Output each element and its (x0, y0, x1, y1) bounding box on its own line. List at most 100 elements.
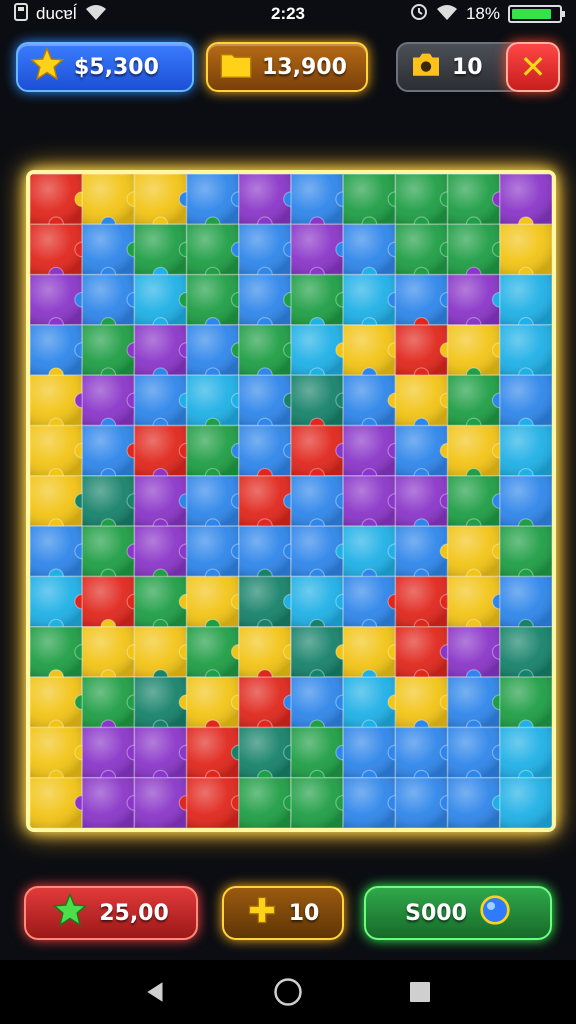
puzzle-piece[interactable] (30, 324, 91, 384)
puzzle-piece[interactable] (394, 776, 456, 828)
puzzle-piece[interactable] (342, 626, 404, 685)
puzzle-piece[interactable] (342, 475, 404, 535)
puzzle-board[interactable] (26, 170, 556, 832)
puzzle-piece[interactable] (81, 174, 143, 233)
puzzle-piece[interactable] (238, 776, 299, 828)
puzzle-piece[interactable] (290, 324, 352, 384)
puzzle-piece[interactable] (290, 676, 352, 736)
puzzle-piece[interactable] (238, 626, 299, 685)
puzzle-piece[interactable] (133, 174, 195, 233)
puzzle-piece[interactable] (499, 174, 552, 233)
puzzle-piece[interactable] (133, 424, 195, 484)
puzzle-piece[interactable] (185, 374, 247, 434)
puzzle-piece[interactable] (290, 726, 352, 786)
puzzle-piece[interactable] (185, 575, 247, 635)
puzzle-piece[interactable] (499, 626, 552, 685)
puzzle-piece[interactable] (81, 475, 143, 535)
puzzle-piece[interactable] (81, 223, 143, 283)
puzzle-piece[interactable] (446, 174, 508, 233)
puzzle-piece[interactable] (133, 374, 195, 434)
puzzle-piece[interactable] (446, 726, 508, 786)
puzzle-piece[interactable] (185, 424, 247, 484)
puzzle-piece[interactable] (185, 174, 247, 233)
puzzle-piece[interactable] (81, 324, 143, 384)
puzzle-piece[interactable] (290, 525, 352, 585)
folders-counter[interactable]: 13,900 (206, 42, 368, 92)
puzzle-piece[interactable] (185, 776, 247, 828)
puzzle-piece[interactable] (290, 174, 352, 233)
puzzle-piece[interactable] (446, 374, 508, 434)
puzzle-piece[interactable] (133, 223, 195, 283)
puzzle-piece[interactable] (499, 676, 552, 736)
puzzle-piece[interactable] (394, 174, 456, 233)
puzzle-piece[interactable] (394, 475, 456, 535)
puzzle-piece[interactable] (133, 575, 195, 635)
puzzle-piece[interactable] (499, 374, 552, 434)
puzzle-piece[interactable] (133, 475, 195, 535)
puzzle-piece[interactable] (185, 626, 247, 685)
puzzle-piece[interactable] (446, 676, 508, 736)
puzzle-piece[interactable] (290, 475, 352, 535)
puzzle-piece[interactable] (133, 324, 195, 384)
puzzle-piece[interactable] (446, 626, 508, 685)
puzzle-piece[interactable] (290, 273, 352, 333)
back-icon[interactable] (136, 972, 176, 1012)
puzzle-piece[interactable] (133, 776, 195, 828)
puzzle-piece[interactable] (394, 374, 456, 434)
puzzle-piece[interactable] (81, 424, 143, 484)
puzzle-piece[interactable] (185, 676, 247, 736)
puzzle-piece[interactable] (446, 575, 508, 635)
score-button[interactable]: 25,00 (24, 886, 198, 940)
puzzle-piece[interactable] (238, 676, 299, 736)
home-icon[interactable] (268, 972, 308, 1012)
add-button[interactable]: 10 (222, 886, 344, 940)
puzzle-piece[interactable] (499, 575, 552, 635)
puzzle-piece[interactable] (446, 776, 508, 828)
puzzle-piece[interactable] (81, 525, 143, 585)
puzzle-piece[interactable] (394, 223, 456, 283)
puzzle-piece[interactable] (30, 424, 91, 484)
puzzle-piece[interactable] (342, 575, 404, 635)
puzzle-piece[interactable] (342, 676, 404, 736)
puzzle-piece[interactable] (342, 174, 404, 233)
puzzle-piece[interactable] (30, 575, 91, 635)
puzzle-piece[interactable] (81, 273, 143, 333)
puzzle-piece[interactable] (185, 726, 247, 786)
puzzle-piece[interactable] (30, 374, 91, 434)
puzzle-piece[interactable] (499, 726, 552, 786)
puzzle-piece[interactable] (30, 726, 91, 786)
puzzle-piece[interactable] (81, 776, 143, 828)
puzzle-piece[interactable] (238, 374, 299, 434)
puzzle-piece[interactable] (81, 726, 143, 786)
puzzle-piece[interactable] (446, 324, 508, 384)
puzzle-piece[interactable] (30, 525, 91, 585)
puzzle-piece[interactable] (342, 273, 404, 333)
coins-counter[interactable]: $5,300 (16, 42, 194, 92)
puzzle-piece[interactable] (81, 676, 143, 736)
puzzle-piece[interactable] (394, 273, 456, 333)
puzzle-piece[interactable] (133, 676, 195, 736)
puzzle-piece[interactable] (499, 424, 552, 484)
close-button[interactable]: ✕ (506, 42, 560, 92)
puzzle-piece[interactable] (394, 324, 456, 384)
puzzle-piece[interactable] (342, 374, 404, 434)
puzzle-piece[interactable] (238, 475, 299, 535)
puzzle-piece[interactable] (238, 424, 299, 484)
puzzle-piece[interactable] (30, 273, 91, 333)
puzzle-piece[interactable] (133, 525, 195, 585)
puzzle-piece[interactable] (446, 424, 508, 484)
puzzle-piece[interactable] (446, 273, 508, 333)
puzzle-piece[interactable] (394, 525, 456, 585)
puzzle-piece[interactable] (238, 223, 299, 283)
puzzle-piece[interactable] (499, 776, 552, 828)
puzzle-piece[interactable] (499, 273, 552, 333)
puzzle-piece[interactable] (499, 324, 552, 384)
puzzle-piece[interactable] (30, 776, 91, 828)
puzzle-piece[interactable] (30, 174, 91, 233)
puzzle-piece[interactable] (394, 676, 456, 736)
puzzle-piece[interactable] (290, 626, 352, 685)
puzzle-piece[interactable] (30, 626, 91, 685)
puzzle-piece[interactable] (446, 475, 508, 535)
puzzle-piece[interactable] (185, 273, 247, 333)
puzzle-piece[interactable] (290, 223, 352, 283)
